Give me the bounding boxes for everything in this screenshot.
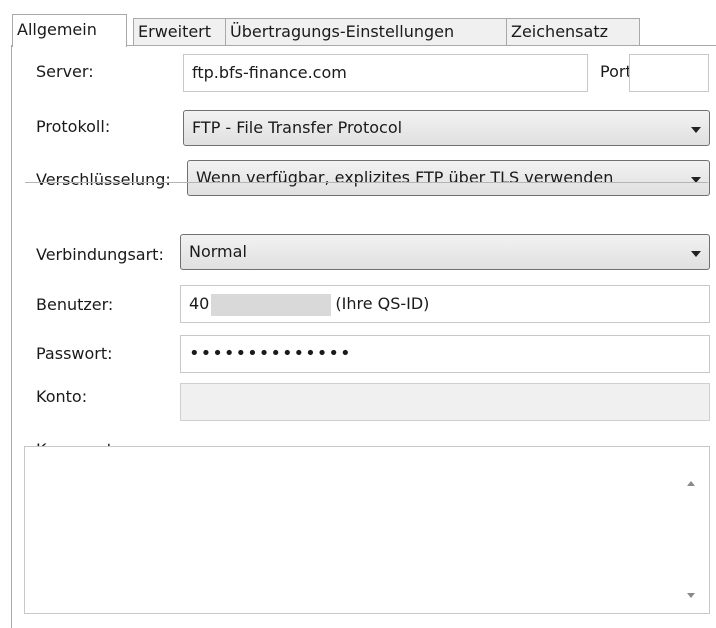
encryption-label: Verschlüsselung: (36, 170, 171, 189)
redacted-area (211, 293, 332, 316)
account-input[interactable] (180, 383, 710, 421)
connection-type-label: Verbindungsart: (36, 245, 164, 264)
account-label: Konto: (36, 387, 88, 406)
user-value-suffix: (Ihre QS-ID) (335, 294, 430, 313)
comments-textarea[interactable] (24, 446, 710, 614)
comments-scrollbar[interactable] (675, 447, 709, 613)
section-divider (25, 182, 708, 183)
password-label: Passwort: (36, 344, 113, 363)
protocol-select-value: FTP - File Transfer Protocol (192, 118, 403, 137)
general-settings-panel: Server: ftp.bfs-finance.com Port: Protok… (11, 45, 716, 628)
protocol-select[interactable]: FTP - File Transfer Protocol (183, 110, 710, 146)
chevron-down-icon (691, 251, 701, 257)
scroll-down-arrow-icon[interactable] (687, 593, 695, 598)
connection-type-select[interactable]: Normal (180, 234, 710, 270)
chevron-down-icon (691, 127, 701, 133)
port-input[interactable] (629, 54, 709, 92)
scroll-up-arrow-icon[interactable] (687, 481, 695, 486)
user-label: Benutzer: (36, 295, 114, 314)
user-value-prefix: 40 (189, 294, 210, 313)
protocol-label: Protokoll: (36, 117, 111, 136)
connection-type-select-value: Normal (189, 242, 247, 261)
encryption-select[interactable]: Wenn verfügbar, explizites FTP über TLS … (187, 160, 710, 196)
encryption-select-value: Wenn verfügbar, explizites FTP über TLS … (196, 168, 614, 187)
tab-uebertragungs-einstellungen[interactable]: Übertragungs-Einstellungen (225, 18, 507, 46)
password-input[interactable]: •••••••••••••• (180, 335, 710, 373)
user-input[interactable]: 40 (Ihre QS-ID) (180, 285, 710, 323)
tab-erweitert[interactable]: Erweitert (133, 18, 226, 46)
server-label: Server: (36, 62, 94, 81)
tab-allgemein[interactable]: Allgemein (12, 14, 127, 47)
server-input[interactable]: ftp.bfs-finance.com (183, 54, 588, 92)
tab-zeichensatz[interactable]: Zeichensatz (506, 18, 640, 46)
